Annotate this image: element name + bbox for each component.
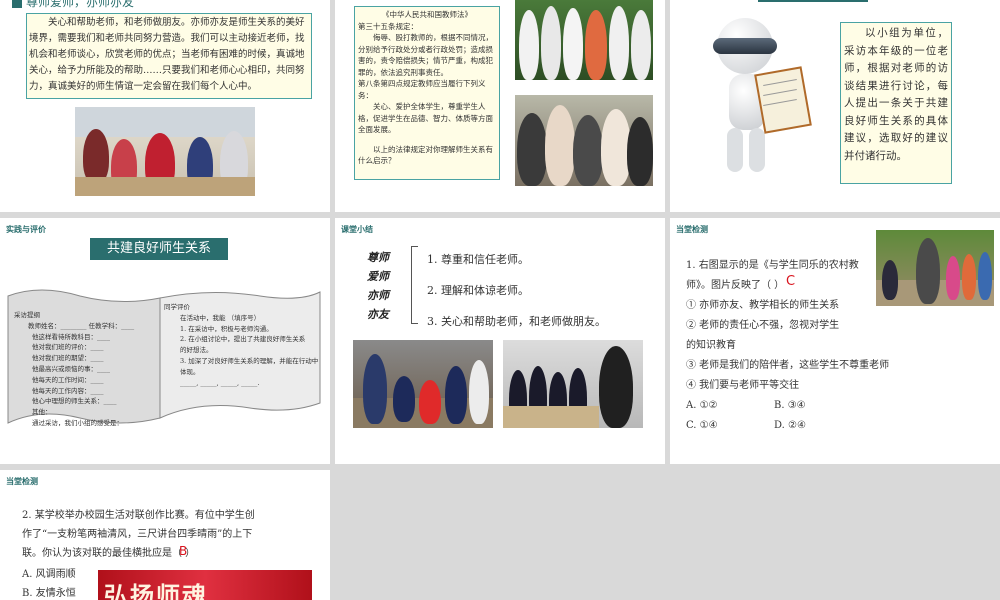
option-c[interactable]: C. ①④ — [686, 416, 718, 436]
eval-line: _____, _____, _____, _____. — [180, 378, 260, 387]
question-line: 联。你认为该对联的最佳横批应是（ ） B — [22, 544, 255, 563]
summary-point: 3. 关心和帮助老师，和老师做朋友。 — [427, 315, 606, 328]
law-line: 以上的法律规定对你理解师生关系有什么启示？ — [358, 144, 493, 166]
summary-point: 1. 尊重和信任老师。 — [427, 253, 529, 266]
robot-figure-icon — [705, 18, 812, 178]
law-line: 侮辱、殴打教师的，根据不同情况，分别给予行政处分或者行政处罚；造成损害的，责令赔… — [358, 33, 493, 77]
outline-line: 其他： — [32, 408, 52, 417]
answer-mark: C — [786, 274, 796, 289]
eval-line: 的好想法。 — [180, 346, 213, 355]
law-line: 第三十五条规定： — [358, 21, 418, 31]
outline-line: 他这样看待所教科目：____ — [32, 332, 110, 341]
eval-line: 同学评价 — [164, 303, 190, 311]
law-line: 《中华人民共和国教师法》 — [382, 10, 472, 19]
rural-teacher-photo — [876, 230, 994, 306]
slide-5[interactable]: 课堂小结 尊师 爱师 亦师 亦友 1. 尊重和信任老师。 2. 理解和体谅老师。… — [335, 218, 665, 464]
slide-header: 当堂检测 — [6, 477, 38, 486]
outline-line: 采访提纲 — [14, 311, 40, 319]
slide-2[interactable]: 《中华人民共和国教师法》 第三十五条规定： 侮辱、殴打教师的，根据不同情况，分别… — [335, 0, 665, 212]
option-a[interactable]: A. ①② — [686, 396, 718, 416]
hugging-photo — [515, 95, 653, 186]
outline-line: 他对我们班的评价：____ — [32, 343, 104, 352]
outline-line: 他每天的工作时间：____ — [32, 375, 104, 384]
law-box: 《中华人民共和国教师法》 第三十五条规定： 侮辱、殴打教师的，根据不同情况，分别… — [354, 6, 500, 180]
slide-title: 尊师爱师，亦师亦友 — [26, 0, 135, 9]
slide-7[interactable]: 当堂检测 2. 某学校举办校园生活对联创作比赛。有位中学生创 作了“一支粉笔两袖… — [0, 470, 330, 600]
peer-evaluation: 同学评价 在活动中，我能 （填序号） 1. 在采访中，积极与老师沟通。 2. 在… — [164, 302, 320, 388]
question-line: 师》。图片反映了（ ） C — [686, 274, 889, 296]
keyword-column: 尊师 爱师 亦师 亦友 — [367, 248, 403, 324]
question-text: 师》。图片反映了（ ） — [686, 280, 785, 291]
keyword: 尊师 — [367, 251, 389, 264]
question-line: 作了“一支粉笔两袖清风，三尺讲台四季晴雨”的上下 — [22, 529, 253, 540]
interview-outline: 采访提纲 教师姓名：________ 任教学科：____ 他这样看待所教科目：_… — [14, 310, 160, 429]
paragraph-box: 关心和帮助老师，和老师做朋友。亦师亦友是师生关系的美好境界，需要我们和老师共同努… — [26, 13, 312, 99]
question-line: ③ 老师是我们的陪伴者，这些学生不尊重老师 — [686, 360, 890, 371]
slide-header: 当堂检测 — [676, 225, 708, 234]
poster-image: 弘扬师魂 — [98, 570, 312, 600]
question-line: 2. 某学校举办校园生活对联创作比赛。有位中学生创 — [22, 510, 255, 521]
question-line: 的知识教育 — [686, 340, 736, 351]
slide-6[interactable]: 当堂检测 1. 右图显示的是《与学生同乐的农村教 师》。图片反映了（ ） C ①… — [670, 218, 1000, 464]
outline-line: 他每天的工作内容：____ — [32, 386, 104, 395]
eval-line: 1. 在采访中，积极与老师沟通。 — [180, 324, 273, 333]
header-bar — [758, 0, 868, 2]
keyword: 亦友 — [367, 308, 389, 321]
keyword: 爱师 — [367, 270, 389, 283]
task-box: 以小组为单位，采访本年级的一位老师，根据对老师的访谈结果进行讨论，每人提出一条关… — [840, 22, 952, 184]
eval-line: 3. 加深了对良好师生关系的理解，并能在行动中体现。 — [180, 356, 319, 376]
slide-header: 课堂小结 — [341, 225, 373, 234]
outline-line: 他心中理想的师生关系：____ — [32, 397, 117, 406]
outline-line: 他最高兴或烦恼的事：____ — [32, 364, 110, 373]
question-line: ② 老师的责任心不强，忽视对学生 — [686, 320, 840, 331]
eval-line: 在活动中，我能 （填序号） — [180, 313, 261, 322]
classroom-photo — [75, 107, 255, 196]
outline-line: 通过采访，我们小组的感受是： — [32, 418, 123, 427]
keyword: 亦师 — [367, 289, 389, 302]
poster-text: 弘扬师魂 — [104, 581, 208, 600]
option-b[interactable]: B. ③④ — [774, 396, 806, 416]
eval-line: 2. 在小组讨论中，提出了共建良好师生关系 — [180, 335, 306, 344]
option-d[interactable]: D. ②④ — [774, 416, 806, 436]
classroom-teacher-photo — [503, 340, 643, 428]
summary-point: 2. 理解和体谅老师。 — [427, 284, 529, 297]
question-1: 1. 右图显示的是《与学生同乐的农村教 师》。图片反映了（ ） C ① 亦师亦友… — [686, 256, 889, 436]
outline-line: 教师姓名：________ 任教学科：____ — [28, 321, 135, 330]
outdoor-activity-photo — [353, 340, 493, 428]
summary-points: 1. 尊重和信任老师。 2. 理解和体谅老师。 3. 关心和帮助老师，和老师做朋… — [427, 244, 606, 337]
teachers-photo — [515, 0, 653, 80]
outline-line: 他对我们班的期望：____ — [32, 354, 104, 363]
slide-3[interactable]: 以小组为单位，采访本年级的一位老师，根据对老师的访谈结果进行讨论，每人提出一条关… — [670, 0, 1000, 212]
question-line: ① 亦师亦友、教学相长的师生关系 — [686, 300, 840, 311]
slide-4[interactable]: 实践与评价 共建良好师生关系 采访提纲 教师姓名：________ 任教学科：_… — [0, 218, 330, 464]
title-bar — [12, 0, 22, 8]
answer-mark: B — [179, 544, 188, 558]
question-text: 联。你认为该对联的最佳横批应是（ ） — [22, 548, 196, 559]
slide-1[interactable]: 尊师爱师，亦师亦友 关心和帮助老师，和老师做朋友。亦师亦友是师生关系的美好境界，… — [0, 0, 330, 212]
question-line: ④ 我们要与老师平等交往 — [686, 380, 800, 391]
bracket — [411, 246, 418, 324]
law-line: 第八条第四点规定教师应当履行下列义务： — [358, 79, 486, 100]
law-line: 关心、爱护全体学生，尊重学生人格，促进学生在品德、智力、体质等方面全面发展。 — [358, 102, 493, 134]
